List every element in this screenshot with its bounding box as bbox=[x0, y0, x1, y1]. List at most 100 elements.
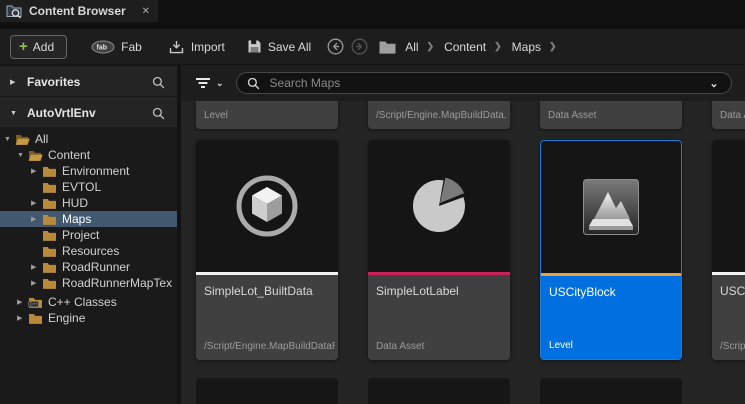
sidebar-item-resources[interactable]: ▶ Resources bbox=[0, 243, 177, 259]
sidebar-item-roadrunnermaptex[interactable]: ▶ RoadRunnerMapTex bbox=[0, 275, 177, 291]
tree-item-label: Maps bbox=[62, 212, 91, 226]
fab-button[interactable]: fab Fab bbox=[91, 40, 142, 54]
chevron-down-icon[interactable]: ▼ bbox=[10, 110, 20, 117]
level-mountains-icon bbox=[583, 179, 639, 235]
chevron-right-icon[interactable]: ▶ bbox=[31, 167, 42, 175]
tree-item-label: RoadRunnerMapTex bbox=[62, 276, 172, 290]
asset-grid: Level /Script/Engine.MapBuildData... Dat… bbox=[181, 101, 745, 404]
asset-tile-partial[interactable]: Level bbox=[196, 101, 338, 129]
tab-content-browser[interactable]: Content Browser ✕ bbox=[0, 0, 158, 22]
sources-label: AutoVrtlEnv bbox=[27, 106, 96, 120]
folder-icon[interactable] bbox=[378, 39, 397, 55]
folder-icon bbox=[42, 213, 57, 226]
asset-type: Data Asset bbox=[720, 110, 745, 121]
asset-type: /Script/Engine.MapBuildData... bbox=[376, 110, 507, 121]
add-button[interactable]: + Add bbox=[10, 35, 67, 59]
search-icon bbox=[247, 77, 260, 90]
sidebar-item-content[interactable]: ▼ Content bbox=[0, 147, 177, 163]
search-box[interactable]: ⌄ bbox=[236, 72, 732, 94]
folder-icon bbox=[42, 197, 57, 210]
tree-item-label: C++ Classes bbox=[48, 295, 117, 309]
asset-footer: SimpleLot_BuiltData /Script/Engine.MapBu… bbox=[196, 275, 338, 360]
tree-item-label: Resources bbox=[62, 244, 119, 258]
asset-type: /Script bbox=[720, 341, 745, 352]
sidebar-item-all[interactable]: ▼ All bbox=[0, 131, 177, 147]
asset-footer: SimpleLotLabel Data Asset bbox=[368, 275, 510, 360]
cpp-folder-icon bbox=[28, 296, 43, 309]
chevron-down-icon[interactable]: ⌄ bbox=[216, 78, 224, 89]
breadcrumb-all[interactable]: All bbox=[405, 40, 418, 54]
sidebar-item-environment[interactable]: ▶ Environment bbox=[0, 163, 177, 179]
add-button-label: Add bbox=[33, 40, 54, 54]
sources-header[interactable]: ▼ AutoVrtlEnv bbox=[0, 98, 177, 127]
forward-button[interactable] bbox=[351, 38, 368, 55]
asset-tile-simplelot-builtdata[interactable]: SimpleLot_BuiltData /Script/Engine.MapBu… bbox=[196, 140, 338, 360]
sidebar-item-cpp-classes[interactable]: ▶ C++ Classes bbox=[0, 294, 177, 310]
asset-tile-partial[interactable] bbox=[368, 378, 510, 404]
asset-thumbnail bbox=[368, 140, 510, 272]
filter-icon[interactable] bbox=[195, 77, 211, 89]
folder-icon bbox=[28, 312, 43, 325]
chevron-right-icon[interactable]: ▶ bbox=[17, 298, 28, 306]
import-icon bbox=[168, 39, 185, 55]
asset-thumbnail bbox=[541, 141, 681, 273]
chevron-down-icon[interactable]: ▼ bbox=[4, 136, 15, 143]
folder-icon bbox=[42, 165, 57, 178]
save-icon bbox=[247, 39, 262, 54]
folder-icon bbox=[42, 245, 57, 258]
chevron-right-icon: ❯ bbox=[494, 41, 502, 52]
search-input[interactable] bbox=[268, 75, 710, 91]
sidebar-item-roadrunner[interactable]: ▶ RoadRunner bbox=[0, 259, 177, 275]
import-button[interactable]: Import bbox=[168, 39, 225, 55]
tree-item-label: EVTOL bbox=[62, 180, 101, 194]
save-all-button[interactable]: Save All bbox=[247, 39, 311, 54]
sidebar-item-evtol[interactable]: ▶ EVTOL bbox=[0, 179, 177, 195]
asset-tile-partial[interactable]: /Script/Engine.MapBuildData... bbox=[368, 101, 510, 129]
chevron-right-icon: ❯ bbox=[427, 41, 435, 52]
sidebar-item-maps[interactable]: ▶ Maps bbox=[0, 211, 177, 227]
plus-icon: + bbox=[19, 39, 28, 54]
breadcrumb-maps[interactable]: Maps bbox=[512, 40, 541, 54]
chevron-right-icon[interactable]: ▶ bbox=[31, 263, 42, 271]
folder-open-icon bbox=[15, 133, 30, 146]
asset-footer: USCityBlock Level bbox=[541, 276, 681, 359]
tree-item-label: RoadRunner bbox=[62, 260, 130, 274]
tree-item-label: Content bbox=[48, 148, 90, 162]
search-icon[interactable] bbox=[152, 107, 165, 120]
asset-footer: USCit /Script bbox=[712, 275, 745, 360]
content-browser-window: Content Browser ✕ + Add fab Fab Import bbox=[0, 0, 745, 404]
folder-icon bbox=[42, 229, 57, 242]
asset-tile-partial[interactable] bbox=[540, 378, 682, 404]
pie-chart-icon bbox=[409, 176, 469, 236]
chevron-right-icon[interactable]: ▶ bbox=[17, 314, 28, 322]
asset-tile-partial[interactable]: USCit /Script bbox=[712, 140, 745, 360]
search-icon[interactable] bbox=[152, 76, 165, 89]
tab-title: Content Browser bbox=[29, 4, 126, 18]
tree-item-label: HUD bbox=[62, 196, 88, 210]
chevron-right-icon[interactable]: ▶ bbox=[31, 199, 42, 207]
chevron-right-icon[interactable]: ▶ bbox=[10, 78, 20, 86]
chevron-right-icon[interactable]: ▶ bbox=[31, 215, 42, 223]
content-browser-icon bbox=[6, 4, 23, 19]
close-icon[interactable]: ✕ bbox=[140, 6, 152, 17]
sources-sidebar: ▶ Favorites ▼ AutoVrtlEnv ▼ All ▼ Conten… bbox=[0, 65, 177, 404]
folder-tree: ▼ All ▼ Content ▶ Environment ▶ EVTOL ▶ bbox=[0, 131, 177, 326]
sidebar-item-project[interactable]: ▶ Project bbox=[0, 227, 177, 243]
chevron-down-icon[interactable]: ⌄ bbox=[709, 77, 718, 90]
back-button[interactable] bbox=[327, 38, 344, 55]
fab-icon: fab bbox=[91, 40, 115, 54]
favorites-header[interactable]: ▶ Favorites bbox=[0, 67, 177, 96]
asset-tile-partial[interactable]: Data Asset bbox=[540, 101, 682, 129]
asset-tile-partial[interactable]: Data Asset bbox=[712, 101, 745, 129]
asset-tile-simplelotlabel[interactable]: SimpleLotLabel Data Asset bbox=[368, 140, 510, 360]
asset-tile-partial[interactable] bbox=[196, 378, 338, 404]
folder-open-icon bbox=[28, 149, 43, 162]
chevron-right-icon[interactable]: ▶ bbox=[31, 279, 42, 287]
asset-tile-uscityblock[interactable]: USCityBlock Level bbox=[540, 140, 682, 360]
sidebar-item-hud[interactable]: ▶ HUD bbox=[0, 195, 177, 211]
chevron-down-icon[interactable]: ▼ bbox=[17, 152, 28, 159]
asset-name: USCityBlock bbox=[549, 285, 676, 299]
breadcrumb-content[interactable]: Content bbox=[444, 40, 486, 54]
svg-text:fab: fab bbox=[97, 44, 108, 51]
sidebar-item-engine[interactable]: ▶ Engine bbox=[0, 310, 177, 326]
